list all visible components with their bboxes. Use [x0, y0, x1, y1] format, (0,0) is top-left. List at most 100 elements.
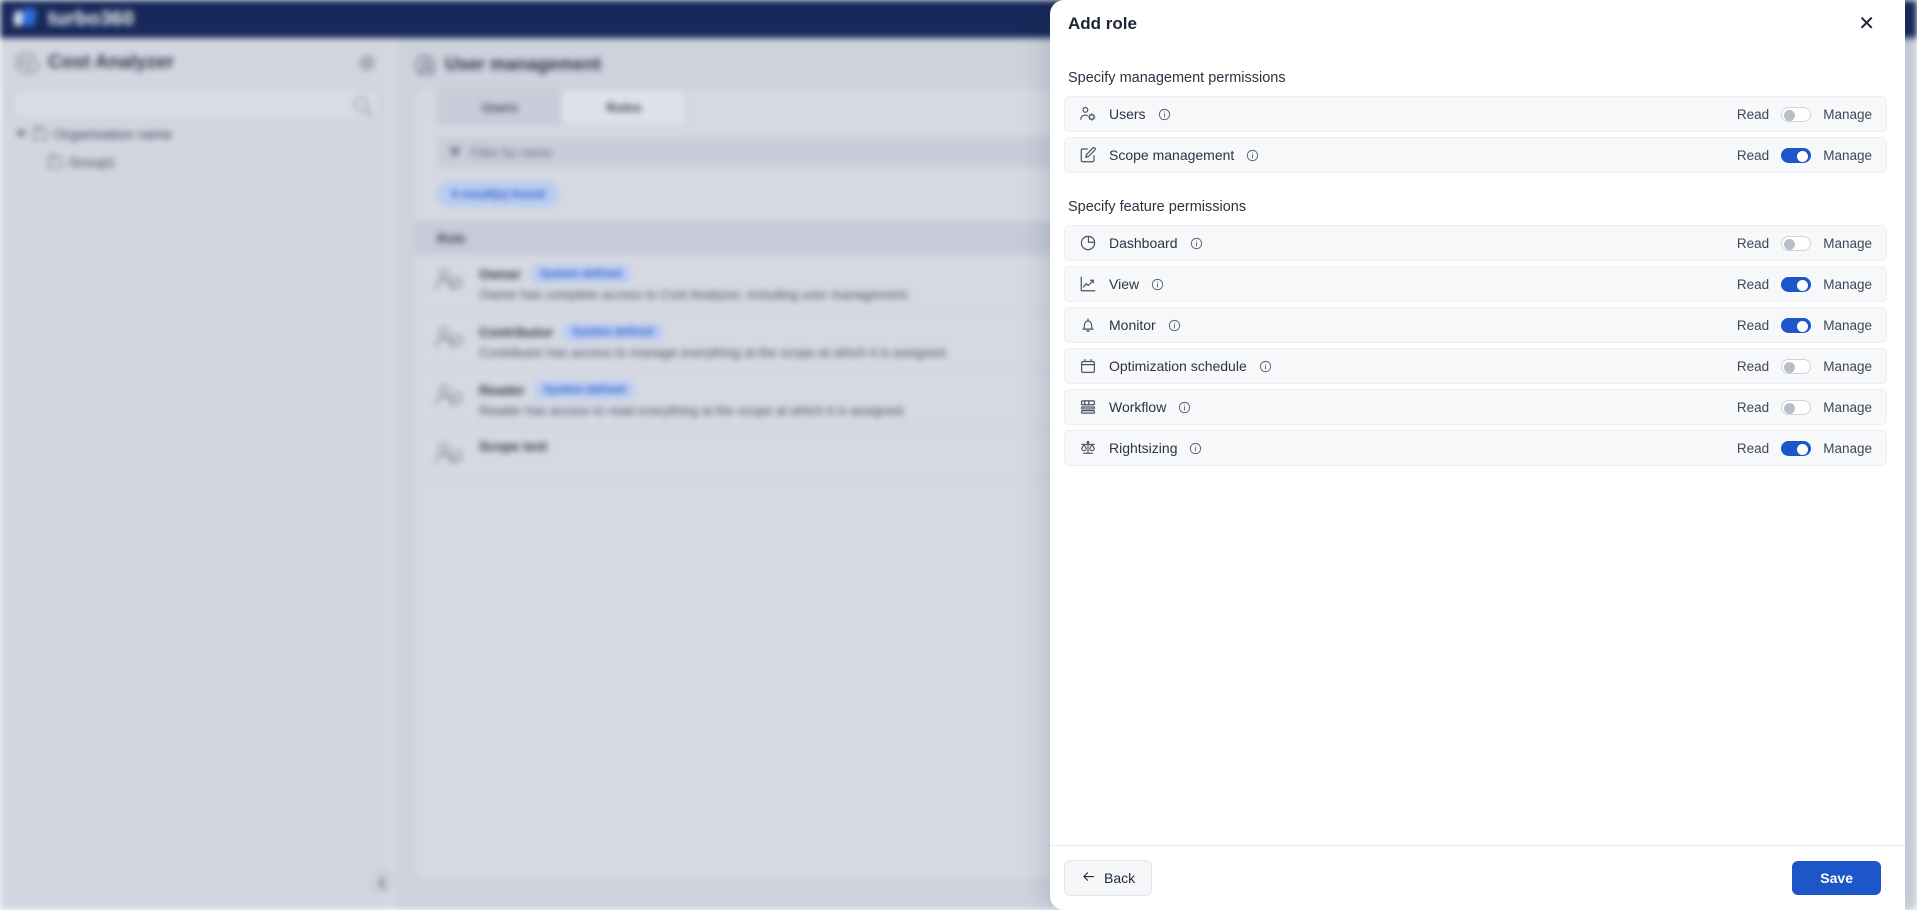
turbo360-logo-icon [12, 8, 38, 30]
tab-users[interactable]: Users [438, 90, 562, 124]
modal-title: Add role [1068, 14, 1137, 33]
chevron-down-icon[interactable] [16, 131, 26, 137]
manage-label: Manage [1823, 358, 1872, 374]
role-icon [436, 268, 465, 294]
pencil-square-icon [1079, 146, 1097, 164]
users-roles-tabs: Users Roles [437, 89, 687, 125]
user-gear-icon [1079, 105, 1097, 123]
manage-label: Manage [1823, 317, 1872, 333]
manage-label: Manage [1823, 147, 1872, 163]
bell-icon [1079, 316, 1097, 334]
pie-chart-icon [1079, 234, 1097, 252]
status-badge: System defined [563, 323, 663, 341]
permission-toggle-optimization-schedule[interactable] [1781, 358, 1812, 374]
feature-permissions-title: Specify feature permissions [1068, 199, 1247, 215]
folder-icon [48, 153, 62, 168]
info-icon[interactable] [1189, 442, 1202, 455]
management-permissions-title: Specify management permissions [1068, 70, 1286, 86]
cost-analyzer-icon [16, 53, 39, 73]
role-icon [436, 326, 465, 352]
permission-row-monitor: Monitor Read Manage [1064, 307, 1887, 343]
info-icon[interactable] [1259, 360, 1272, 373]
info-icon[interactable] [1158, 108, 1171, 121]
sidebar-title: Cost Analyzer [16, 52, 174, 74]
permission-row-optimization-schedule: Optimization schedule Read Manage [1064, 348, 1887, 384]
modal-header: Add role ✕ [1050, 0, 1905, 48]
permission-label: Optimization schedule [1109, 358, 1247, 374]
info-icon[interactable] [1151, 278, 1164, 291]
arrow-left-icon [1081, 869, 1096, 887]
read-label: Read [1736, 106, 1770, 122]
role-icon [436, 384, 465, 410]
info-icon[interactable] [1246, 149, 1259, 162]
info-icon[interactable] [1168, 319, 1181, 332]
permission-row-users: Users Read Manage [1064, 96, 1887, 132]
permission-row-scope-management: Scope management Read Manage [1064, 137, 1887, 173]
back-button[interactable]: Back [1064, 860, 1153, 896]
role-name: Owner [479, 266, 522, 282]
permission-row-workflow: Workflow Read Manage [1064, 389, 1887, 425]
sidebar-title-label: Cost Analyzer [48, 52, 174, 73]
permission-label: Rightsizing [1109, 440, 1178, 456]
permission-label: Workflow [1109, 399, 1167, 415]
role-description: Owner has complete access to Cost Analyz… [479, 287, 911, 302]
read-label: Read [1736, 440, 1770, 456]
tree-item-organisation[interactable]: Organisation name [0, 120, 391, 148]
scales-icon [1079, 439, 1097, 457]
role-description: Contributor has access to manage everyth… [479, 345, 949, 360]
manage-label: Manage [1823, 399, 1872, 415]
workflow-icon [1079, 398, 1097, 416]
sidebar-header: Cost Analyzer [0, 38, 391, 80]
info-icon[interactable] [1190, 237, 1203, 250]
tree-item-group1[interactable]: Group1 [0, 148, 391, 176]
gear-icon[interactable] [359, 55, 375, 71]
line-chart-icon [1079, 275, 1097, 293]
sidebar-collapse-button[interactable]: ❮ [370, 870, 394, 894]
permission-row-view: View Read Manage [1064, 266, 1887, 302]
permission-row-dashboard: Dashboard Read Manage [1064, 225, 1887, 261]
role-description: Reader has access to read everything at … [479, 403, 907, 418]
permission-label: Users [1109, 106, 1146, 122]
permission-toggle-view[interactable] [1781, 276, 1812, 292]
back-button-label: Back [1104, 870, 1136, 886]
save-button[interactable]: Save [1792, 861, 1881, 895]
permission-label: View [1109, 276, 1140, 292]
permission-toggle-workflow[interactable] [1781, 399, 1812, 415]
tree-item-label: Organisation name [54, 126, 173, 142]
read-label: Read [1736, 317, 1770, 333]
search-icon [354, 97, 368, 111]
read-label: Read [1736, 358, 1770, 374]
filter-placeholder: Filter by name [470, 144, 553, 160]
permission-toggle-dashboard[interactable] [1781, 235, 1812, 251]
info-icon[interactable] [1178, 401, 1191, 414]
sidebar-search-input[interactable] [12, 88, 379, 120]
permission-label: Monitor [1109, 317, 1156, 333]
role-icon [436, 442, 465, 468]
read-label: Read [1736, 147, 1770, 163]
permission-toggle-rightsizing[interactable] [1781, 440, 1812, 456]
modal-footer: Back Save [1050, 845, 1905, 910]
calendar-icon [1079, 357, 1097, 375]
permission-toggle-monitor[interactable] [1781, 317, 1812, 333]
manage-label: Manage [1823, 106, 1872, 122]
funnel-icon [449, 147, 461, 157]
permission-label: Dashboard [1109, 235, 1178, 251]
permission-label: Scope management [1109, 147, 1235, 163]
tree-item-label: Group1 [69, 154, 116, 170]
results-count-badge: 4 result(s) found [437, 181, 560, 207]
role-name: Contributor [479, 324, 554, 340]
permission-toggle-scope-management[interactable] [1781, 147, 1812, 163]
add-role-modal: Add role ✕ Specify management permission… [1050, 0, 1905, 910]
manage-label: Manage [1823, 235, 1872, 251]
tab-roles[interactable]: Roles [562, 90, 686, 124]
page-title-label: User management [445, 54, 602, 74]
close-icon[interactable]: ✕ [1852, 10, 1881, 38]
read-label: Read [1736, 399, 1770, 415]
brand-name: turbo360 [48, 7, 135, 30]
manage-label: Manage [1823, 440, 1872, 456]
manage-label: Manage [1823, 276, 1872, 292]
permission-toggle-users[interactable] [1781, 106, 1812, 122]
read-label: Read [1736, 276, 1770, 292]
role-name: Reader [479, 382, 525, 398]
permission-row-rightsizing: Rightsizing Read Manage [1064, 430, 1887, 466]
